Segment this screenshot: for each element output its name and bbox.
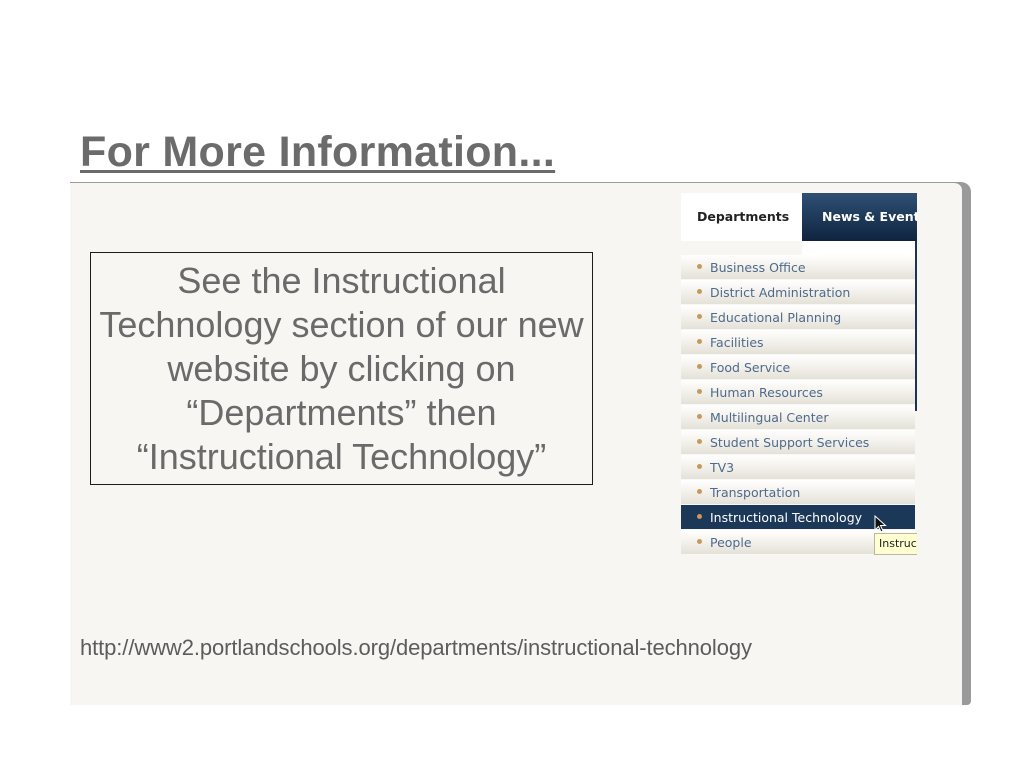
- menu-item-label: Business Office: [710, 260, 806, 275]
- bullet-icon: [697, 389, 702, 394]
- menu-item-district-administration[interactable]: District Administration: [681, 280, 915, 305]
- menu-item-tv3[interactable]: TV3: [681, 455, 915, 480]
- menu-item-label: Student Support Services: [710, 435, 870, 450]
- menu-item-label: People: [710, 535, 752, 550]
- menu-item-label: District Administration: [710, 285, 851, 300]
- bullet-icon: [697, 339, 702, 344]
- tooltip: Instruct: [874, 533, 917, 555]
- bullet-icon: [697, 414, 702, 419]
- menu-item-label: Educational Planning: [710, 310, 842, 325]
- menu-divider: [915, 241, 917, 411]
- bullet-icon: [697, 364, 702, 369]
- menu-item-label: TV3: [710, 460, 735, 475]
- menu-item-label: Instructional Technology: [710, 510, 863, 525]
- tab-news-events[interactable]: News & Events: [802, 193, 917, 241]
- website-tabs: Departments News & Events: [681, 193, 917, 241]
- mouse-pointer-icon: [874, 515, 887, 533]
- bullet-icon: [697, 539, 702, 544]
- menu-item-label: Multilingual Center: [710, 410, 829, 425]
- bullet-icon: [697, 314, 702, 319]
- instruction-text-box: See the Instructional Technology section…: [90, 252, 593, 485]
- instruction-text: See the Instructional Technology section…: [99, 259, 584, 477]
- bullet-icon: [697, 464, 702, 469]
- menu-item-human-resources[interactable]: Human Resources: [681, 380, 915, 405]
- bullet-icon: [697, 264, 702, 269]
- bullet-icon: [697, 439, 702, 444]
- bullet-icon: [697, 514, 702, 519]
- website-url[interactable]: http://www2.portlandschools.org/departme…: [80, 635, 752, 661]
- website-screenshot: Departments News & Events Business Offic…: [681, 193, 917, 558]
- bullet-icon: [697, 289, 702, 294]
- menu-item-label: Food Service: [710, 360, 791, 375]
- menu-item-student-support-services[interactable]: Student Support Services: [681, 430, 915, 455]
- menu-item-label: Transportation: [710, 485, 801, 500]
- menu-item-multilingual-center[interactable]: Multilingual Center: [681, 405, 915, 430]
- tab-departments[interactable]: Departments: [681, 193, 802, 241]
- tab-underbar: [802, 241, 917, 255]
- menu-item-label: Human Resources: [710, 385, 823, 400]
- menu-item-educational-planning[interactable]: Educational Planning: [681, 305, 915, 330]
- slide-title: For More Information...: [80, 128, 556, 176]
- departments-menu: Business Office District Administration …: [681, 255, 915, 555]
- menu-item-label: Facilities: [710, 335, 764, 350]
- menu-item-food-service[interactable]: Food Service: [681, 355, 915, 380]
- bullet-icon: [697, 489, 702, 494]
- menu-item-transportation[interactable]: Transportation: [681, 480, 915, 505]
- menu-item-business-office[interactable]: Business Office: [681, 255, 915, 280]
- slide: For More Information... See the Instruct…: [0, 0, 1024, 768]
- menu-item-facilities[interactable]: Facilities: [681, 330, 915, 355]
